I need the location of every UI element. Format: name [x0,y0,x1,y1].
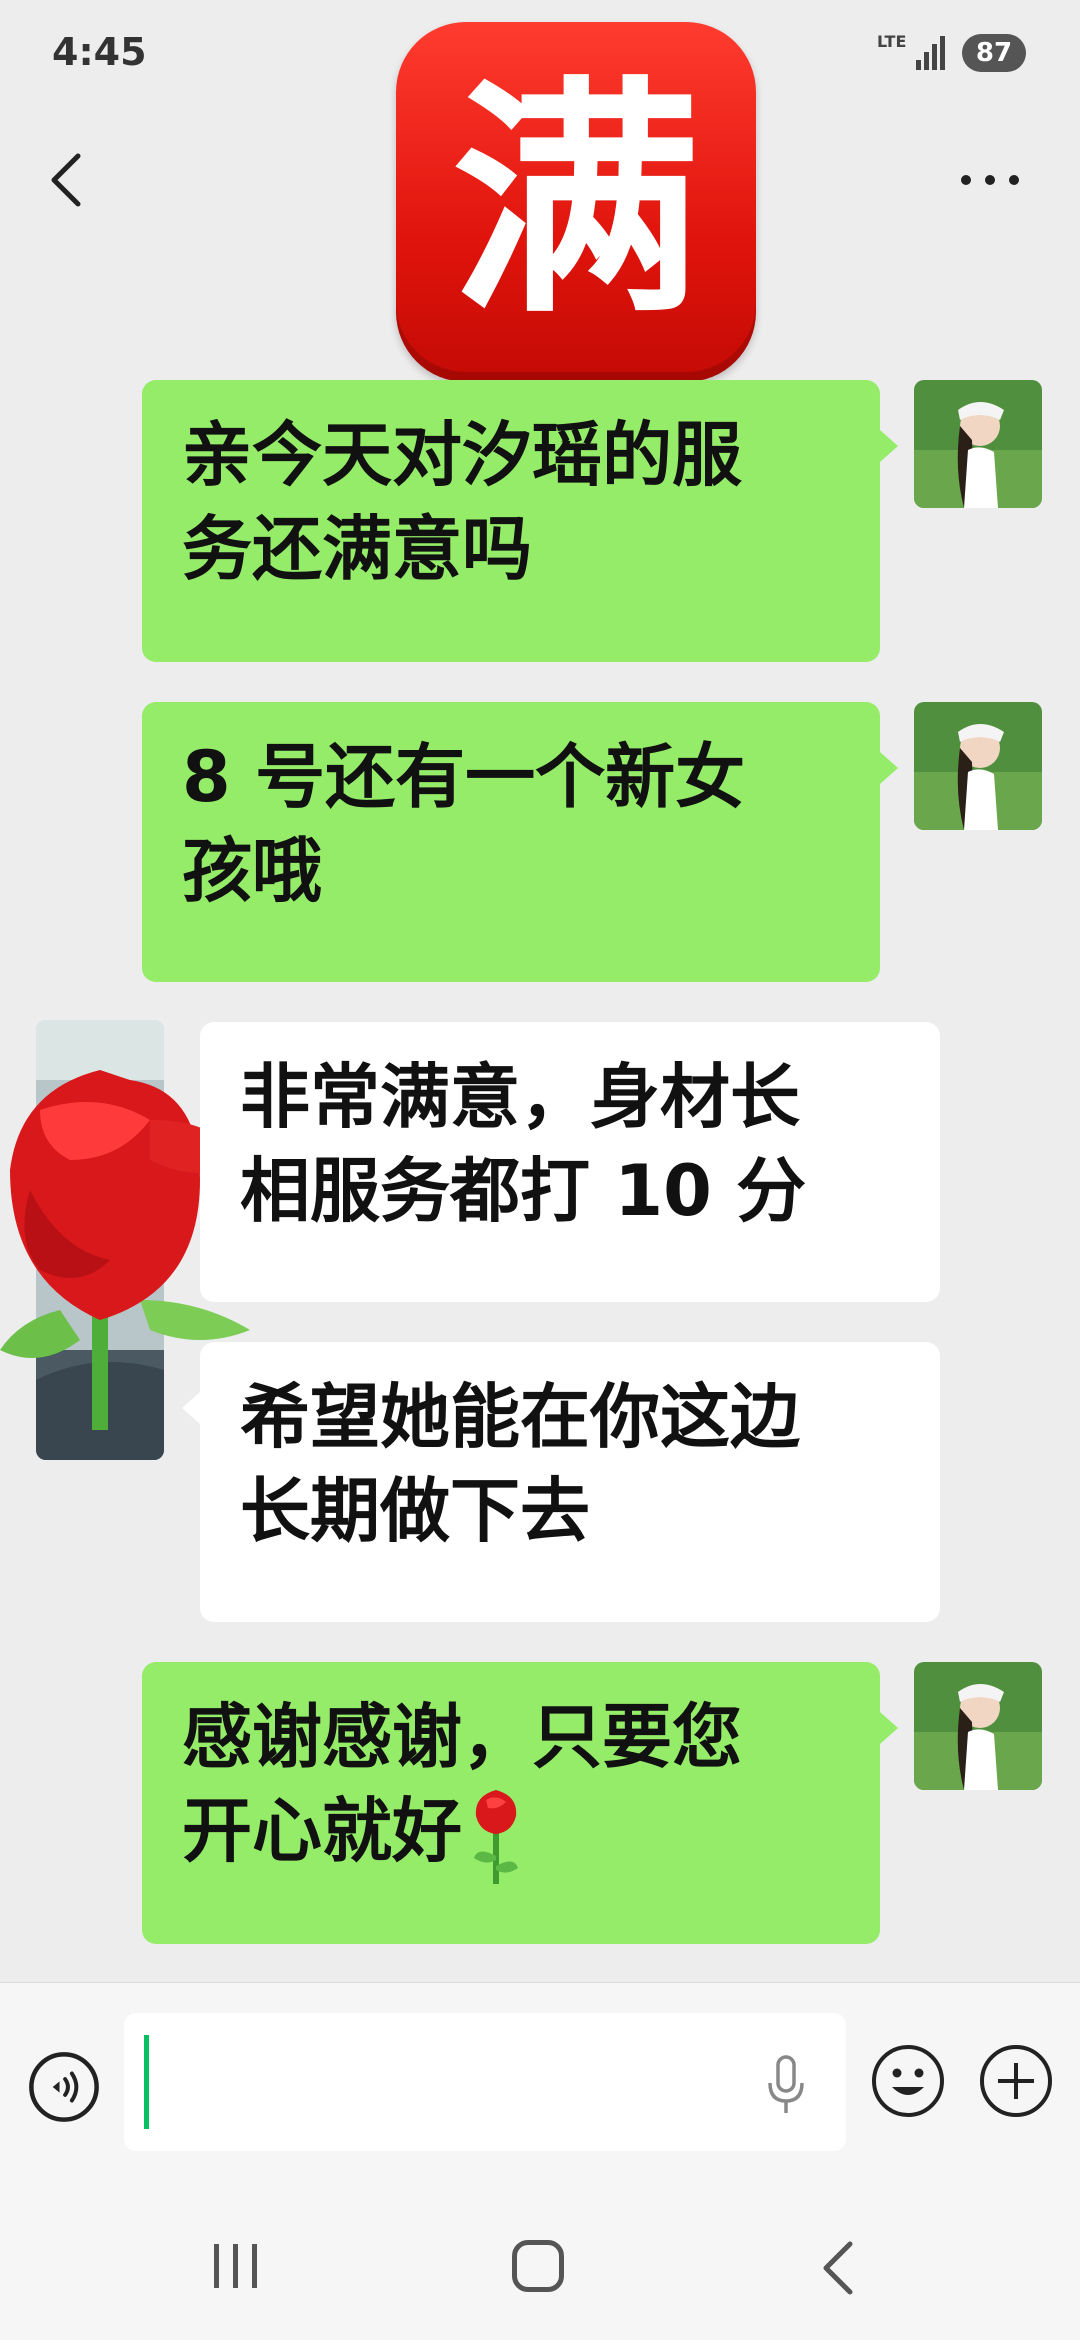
back-icon[interactable] [818,2238,858,2298]
signal-icon [916,36,945,70]
message-bubble-incoming[interactable]: 希望她能在你这边 长期做下去 [200,1342,940,1622]
plus-icon[interactable] [978,2043,1054,2119]
bubble-tail [880,1712,898,1744]
message-line: 长期做下去 [240,1470,590,1552]
message-line: 相服务都打 10 分 [240,1150,807,1232]
message-bubble-outgoing[interactable]: 8 号还有一个新女 孩哦 [142,702,880,982]
full-emoji-sticker: 满 [396,22,756,382]
system-nav-bar [0,2162,1080,2340]
message-line: 务还满意吗 [182,508,532,590]
contact-avatar[interactable] [914,702,1042,830]
back-chevron-icon[interactable] [40,140,100,220]
chat-input-bar [0,1982,1080,2163]
message-line: 非常满意，身材长 [240,1056,800,1138]
message-bubble-outgoing[interactable]: 感谢感谢，只要您 开心就好 [142,1662,880,1944]
sticker-char: 满 [451,56,701,347]
message-line: 希望她能在你这边 [240,1376,800,1458]
mic-icon[interactable] [764,2053,808,2117]
home-icon[interactable] [512,2240,564,2292]
message-bubble-incoming[interactable]: 非常满意，身材长 相服务都打 10 分 [200,1022,940,1302]
emoji-icon[interactable] [870,2043,946,2119]
battery-indicator: 87 [962,34,1026,72]
voice-icon[interactable] [28,2051,100,2123]
message-line: 孩哦 [182,830,322,912]
message-line: 感谢感谢，只要您 [182,1696,742,1778]
rose-icon [474,1789,518,1884]
bubble-tail [182,1392,200,1424]
more-dots-icon[interactable] [950,150,1030,210]
contact-avatar[interactable] [914,1662,1042,1790]
bubble-tail [880,430,898,462]
message-bubble-outgoing[interactable]: 亲今天对汐瑶的服 务还满意吗 [142,380,880,662]
contact-avatar[interactable] [914,380,1042,508]
message-input[interactable] [124,2013,846,2151]
text-caret [144,2035,149,2129]
message-text: 开心就好 [182,1790,462,1872]
bubble-tail [880,752,898,784]
message-line: 8 号还有一个新女 [182,736,746,818]
recent-apps-icon[interactable] [210,2242,262,2290]
network-type: LTE [877,32,907,51]
message-line: 亲今天对汐瑶的服 [182,414,742,496]
message-line-with-emoji: 开心就好 [182,1784,840,1886]
status-time: 4:45 [52,30,147,74]
